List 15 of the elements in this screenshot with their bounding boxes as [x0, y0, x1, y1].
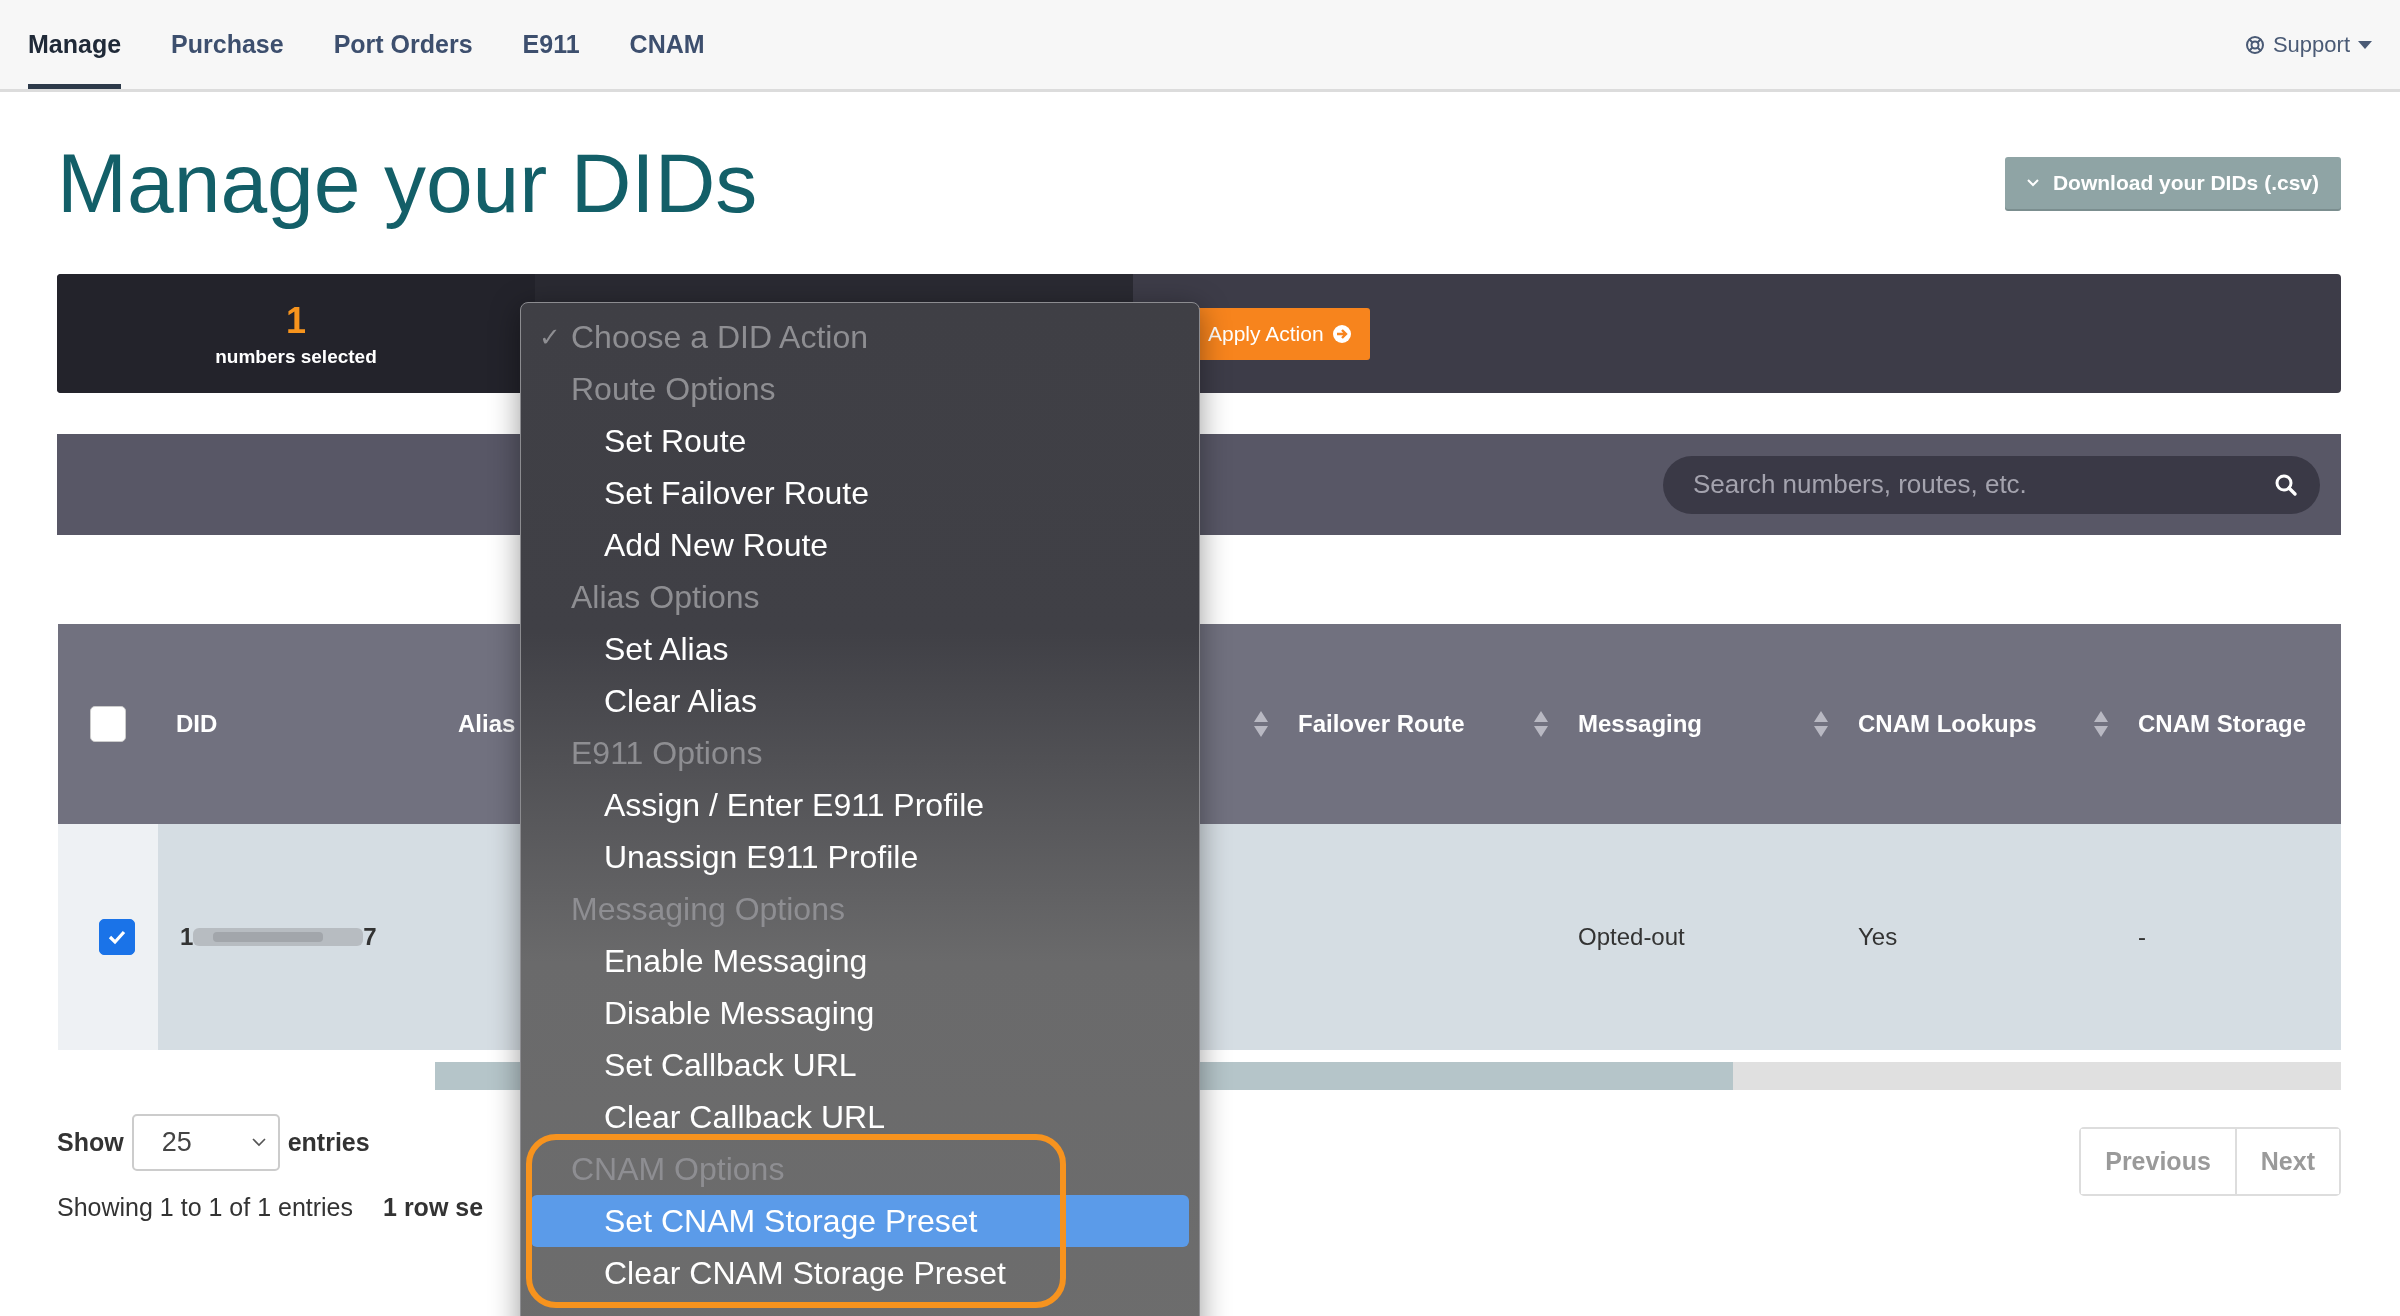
table-cell: Opted-out [1578, 923, 1685, 951]
table-cell: 1 [180, 923, 194, 951]
selected-count-label: numbers selected [215, 345, 377, 368]
menu-group-label: Route Options [570, 369, 777, 409]
table-cell: Yes [1858, 923, 1898, 951]
table-cell: 7 [363, 923, 377, 951]
menu-group-label: Alias Options [570, 577, 761, 617]
page-title: Manage your DIDs [57, 134, 758, 232]
table-cell: - [2138, 923, 2146, 951]
show-label: Show [57, 1128, 124, 1157]
menu-group-label: E911 Options [570, 733, 764, 773]
entries-label: entries [287, 1128, 370, 1157]
table-info: Showing 1 to 1 of 1 entries [57, 1193, 354, 1222]
selection-info: 1 row se [383, 1193, 484, 1222]
selected-count: 1 [286, 299, 306, 342]
